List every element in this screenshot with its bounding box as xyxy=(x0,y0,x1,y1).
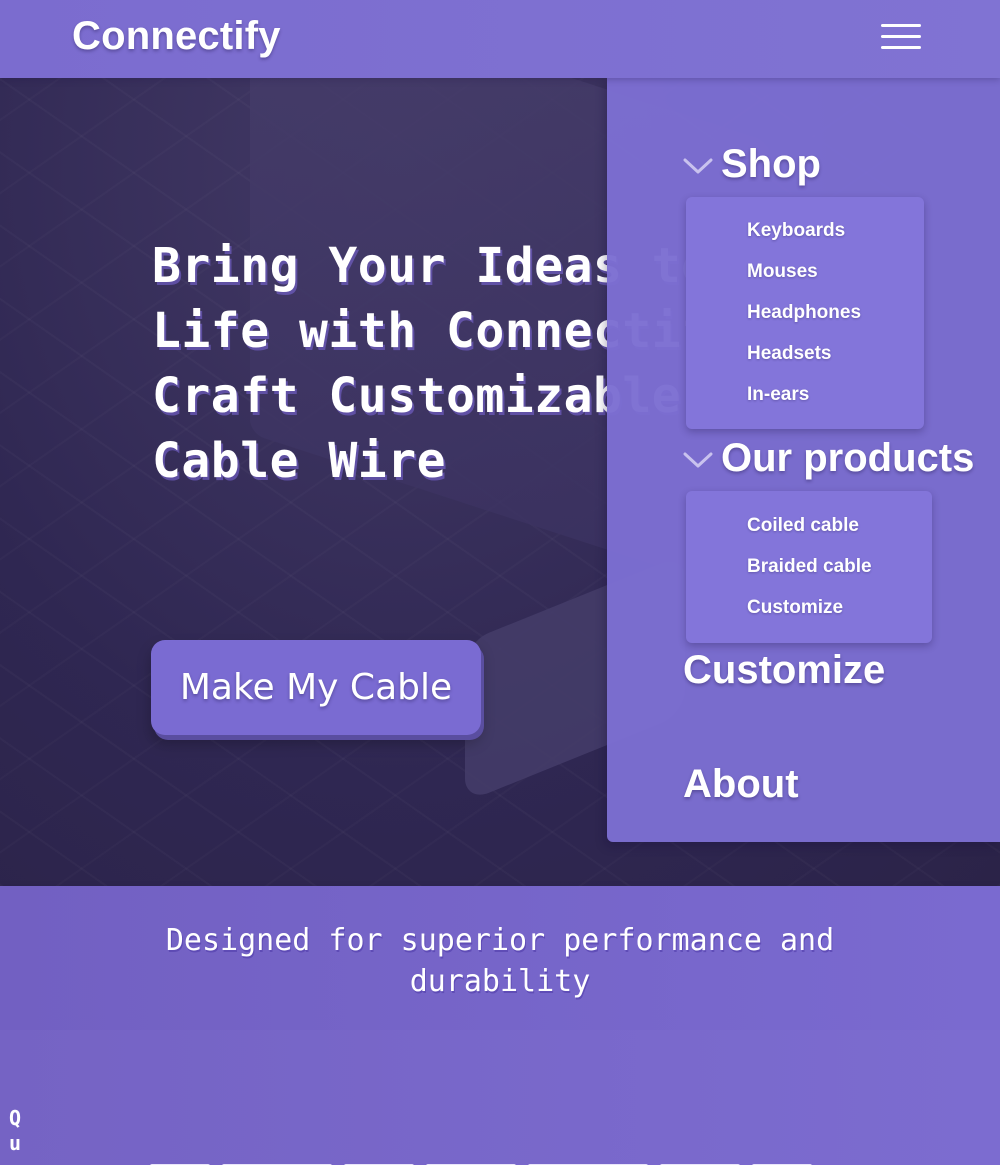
submenu-item-customize[interactable]: Customize xyxy=(747,597,843,619)
submenu-item-coiled-cable[interactable]: Coiled cable xyxy=(747,515,859,537)
hamburger-menu-icon[interactable] xyxy=(879,22,923,52)
cut-off-text-line xyxy=(150,1158,850,1165)
nav-about[interactable]: About xyxy=(683,762,799,807)
page: Connectify Bring Your Ideas to Life with… xyxy=(0,0,1000,1165)
shop-submenu: Keyboards Mouses Headphones Headsets In-… xyxy=(686,197,924,429)
hamburger-bar xyxy=(881,35,921,38)
nav-our-products[interactable]: Our products xyxy=(721,436,974,481)
nav-shop[interactable]: Shop xyxy=(721,142,821,187)
submenu-item-headphones[interactable]: Headphones xyxy=(747,302,861,324)
submenu-item-keyboards[interactable]: Keyboards xyxy=(747,220,845,242)
lower-section: Qu xyxy=(0,1030,1000,1165)
hamburger-bar xyxy=(881,46,921,49)
vertical-text: Qu xyxy=(9,1106,22,1155)
make-my-cable-button[interactable]: Make My Cable xyxy=(151,640,481,735)
top-navbar: Connectify xyxy=(0,0,1000,78)
submenu-item-braided-cable[interactable]: Braided cable xyxy=(747,556,872,578)
submenu-item-headsets[interactable]: Headsets xyxy=(747,343,832,365)
chevron-down-icon[interactable] xyxy=(683,450,713,470)
nav-customize[interactable]: Customize xyxy=(683,648,885,693)
dropdown-nav-panel: Shop Keyboards Mouses Headphones Headset… xyxy=(607,78,1000,842)
products-submenu: Coiled cable Braided cable Customize xyxy=(686,491,932,643)
brand-logo[interactable]: Connectify xyxy=(72,14,281,59)
submenu-item-in-ears[interactable]: In-ears xyxy=(747,384,809,406)
submenu-item-mouses[interactable]: Mouses xyxy=(747,261,818,283)
tagline-banner: Designed for superior performance and du… xyxy=(0,886,1000,1030)
chevron-down-icon[interactable] xyxy=(683,156,713,176)
tagline-text: Designed for superior performance and du… xyxy=(165,923,835,999)
hamburger-bar xyxy=(881,24,921,27)
